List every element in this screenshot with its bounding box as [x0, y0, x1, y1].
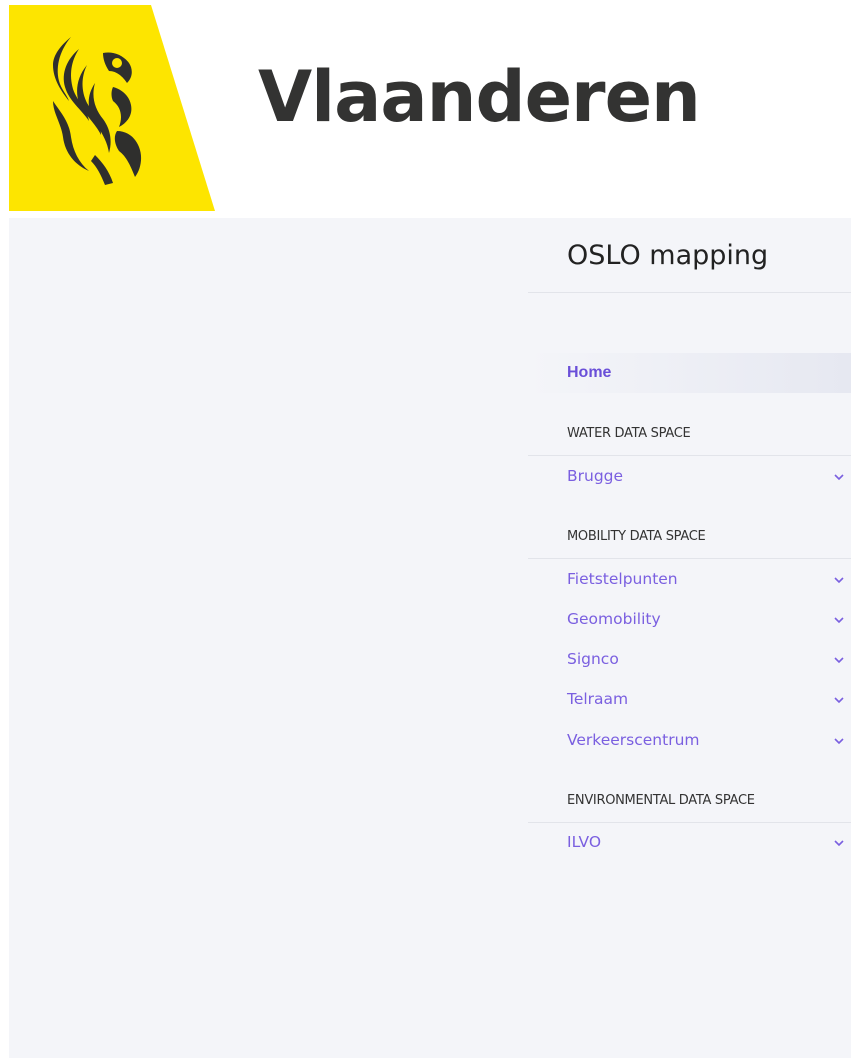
sidebar-item-label: Telraam [567, 690, 629, 708]
sidebar-item-telraam[interactable]: Telraam [528, 682, 851, 718]
sidebar-item-fietstelpunten[interactable]: Fietstelpunten [528, 562, 851, 598]
sidebar-item-signco[interactable]: Signco [528, 642, 851, 678]
sidebar-item-label: Brugge [567, 467, 624, 485]
sidebar-item-ilvo[interactable]: ILVO [528, 825, 851, 861]
divider [528, 292, 851, 293]
site-title[interactable]: OSLO mapping [567, 240, 768, 271]
section-heading-environmental: ENVIRONMENTAL DATA SPACE [567, 793, 755, 808]
sidebar-item-label: Fietstelpunten [567, 570, 678, 588]
sidebar-item-label: ILVO [567, 833, 602, 851]
brand-name: Vlaanderen [258, 56, 701, 138]
section-heading-water: WATER DATA SPACE [567, 426, 691, 441]
sidebar-item-brugge[interactable]: Brugge [528, 459, 851, 495]
sidebar-item-label: Verkeerscentrum [567, 731, 700, 749]
sidebar-item-geomobility[interactable]: Geomobility [528, 602, 851, 638]
divider [528, 558, 851, 559]
sidebar-item-home[interactable]: Home [528, 353, 851, 393]
chevron-down-icon[interactable] [833, 837, 845, 849]
chevron-down-icon[interactable] [833, 574, 845, 586]
sidebar-item-label: Home [567, 364, 612, 381]
chevron-down-icon[interactable] [833, 471, 845, 483]
flemish-lion-icon[interactable] [9, 5, 215, 211]
sidebar-nav: OSLO mapping Home WATER DATA SPACE Brugg… [528, 218, 851, 1058]
divider [528, 822, 851, 823]
chevron-down-icon[interactable] [833, 654, 845, 666]
divider [528, 455, 851, 456]
sidebar-item-label: Signco [567, 650, 619, 668]
chevron-down-icon[interactable] [833, 735, 845, 747]
section-heading-mobility: MOBILITY DATA SPACE [567, 529, 706, 544]
sidebar-item-label: Geomobility [567, 610, 661, 628]
chevron-down-icon[interactable] [833, 614, 845, 626]
site-header: Vlaanderen [0, 0, 851, 216]
sidebar-item-verkeerscentrum[interactable]: Verkeerscentrum [528, 723, 851, 759]
chevron-down-icon[interactable] [833, 694, 845, 706]
